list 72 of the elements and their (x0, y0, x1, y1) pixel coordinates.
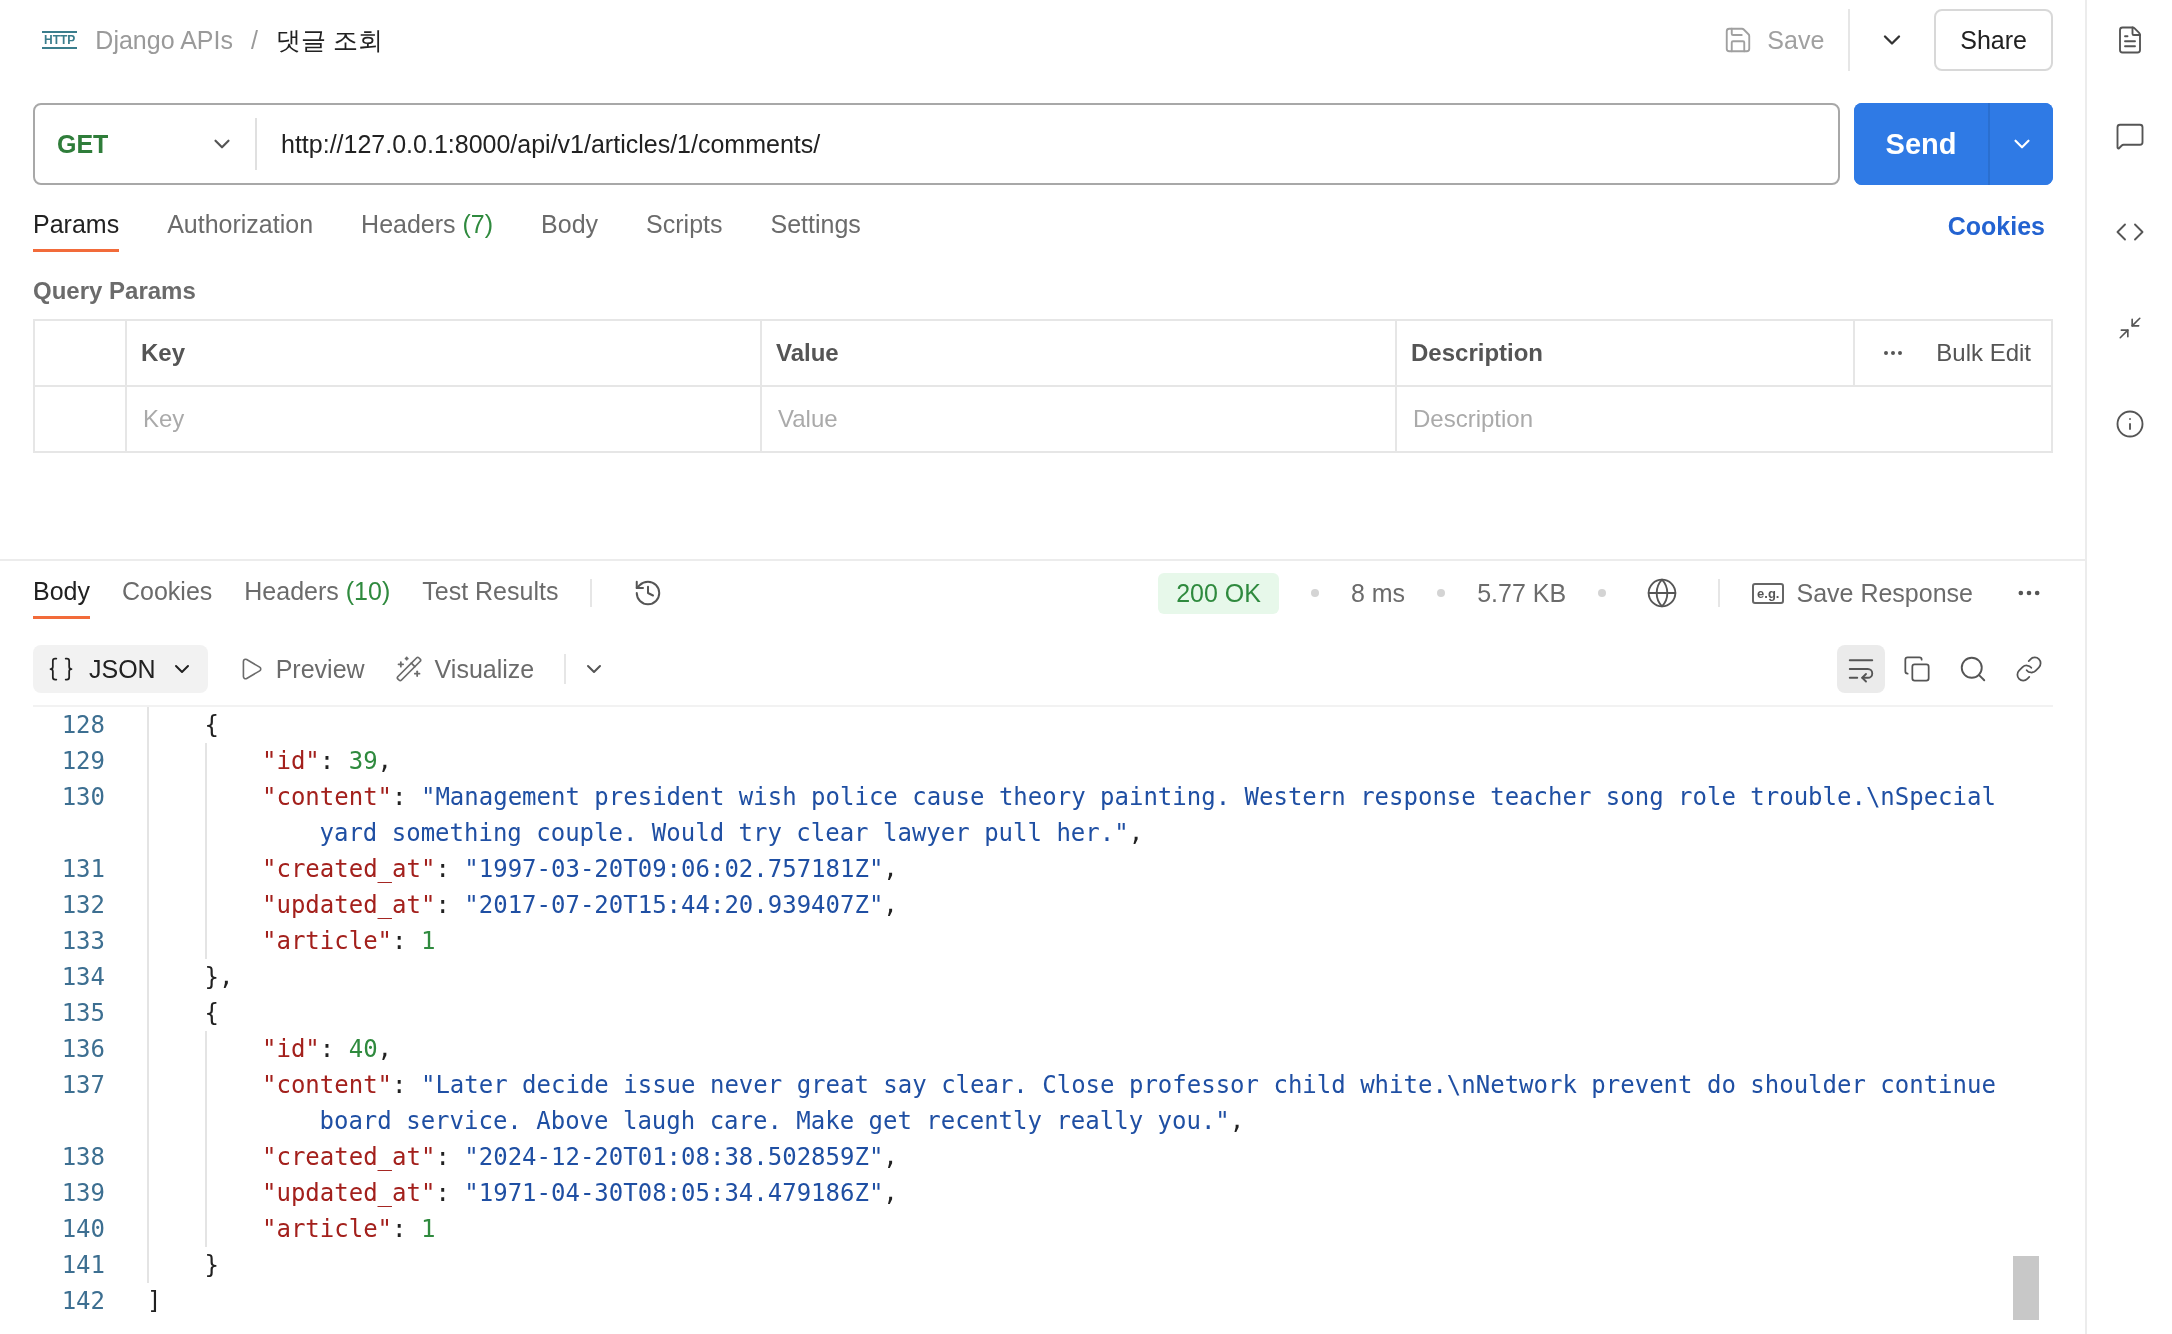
magic-wand-icon (394, 655, 423, 683)
visualize-button[interactable]: Visualize (394, 654, 535, 684)
line-number: 129 (60, 746, 105, 777)
code-line: "article": 1 (262, 926, 437, 957)
collection-name[interactable]: Django APIs (95, 25, 233, 55)
code-line: ] (147, 1286, 163, 1317)
separator-dot (1437, 589, 1446, 597)
code-line: { (204, 710, 220, 741)
code-line: } (204, 1250, 220, 1281)
line-number: 136 (60, 1034, 105, 1065)
example-icon: e.g. (1752, 582, 1785, 604)
line-number: 139 (60, 1178, 105, 1209)
wrap-lines-icon[interactable] (1837, 645, 1885, 693)
bulk-edit-button[interactable]: Bulk Edit (1930, 338, 2037, 368)
param-field[interactable]: Description (1411, 404, 1841, 434)
response-tab[interactable]: Headers (10) (244, 567, 391, 619)
line-number: 134 (60, 962, 105, 993)
request-tab[interactable]: Authorization (167, 200, 314, 252)
cookies-link[interactable]: Cookies (1947, 211, 2045, 241)
method-dropdown[interactable]: GET (35, 118, 257, 170)
code-line: "id": 40, (262, 1034, 394, 1065)
request-tab[interactable]: Body (541, 200, 599, 252)
request-tab[interactable]: Params (33, 200, 120, 252)
param-field[interactable]: Key (141, 404, 746, 434)
save-response-button[interactable]: e.g. Save Response (1752, 578, 1973, 608)
column-header: Value (776, 339, 839, 367)
line-number: 130 (60, 782, 105, 813)
breadcrumb-separator: / (250, 25, 258, 55)
response-tab[interactable]: Body (33, 567, 90, 619)
line-number: 128 (60, 710, 105, 741)
line-number: 141 (60, 1250, 105, 1281)
response-time: 8 ms (1350, 578, 1406, 608)
code-line: "content": "Management president wish police cause theory painting. Western response teacher song role trouble.\nSpecial yard something couple. Would try clear lawyer pull her.", (262, 782, 1997, 849)
column-header: Key (141, 339, 186, 367)
section-title: Query Params (32, 276, 197, 306)
separator-dot (1598, 589, 1607, 597)
line-number: 135 (60, 998, 105, 1029)
code-line: "updated_at": "2017-07-20T15:44:20.939407Z", (262, 890, 899, 921)
code-line: "id": 39, (262, 746, 394, 777)
code-line: { (204, 998, 220, 1029)
code-line: "content": "Later decide issue never great say clear. Close professor child white.\nNetwork prevent do shoulder continue board service. Above laugh care. Make get recently really you.", (262, 1070, 1997, 1137)
request-tab[interactable]: Scripts (646, 200, 723, 252)
line-number: 140 (60, 1214, 105, 1245)
format-dropdown[interactable]: JSON (33, 645, 208, 693)
request-tab[interactable]: Headers (7) (361, 200, 494, 252)
line-number: 142 (60, 1286, 105, 1317)
braces-icon (47, 655, 75, 683)
request-name[interactable]: 댓글 조회 (275, 23, 383, 57)
url-bar[interactable]: GET http://127.0.0.1:8000/api/v1/articles/1/comments/ (33, 103, 1840, 185)
line-number: 138 (60, 1142, 105, 1173)
response-tab[interactable]: Test Results (422, 567, 559, 619)
status-badge: 200 OK (1158, 572, 1279, 614)
response-size: 5.77 KB (1477, 578, 1567, 608)
url-field[interactable]: http://127.0.0.1:8000/api/v1/articles/1/comments/ (257, 129, 1838, 159)
line-number: 131 (60, 854, 105, 885)
code-line: "article": 1 (262, 1214, 437, 1245)
scrollbar-thumb[interactable] (2013, 1256, 2039, 1320)
http-logo: HTTP (42, 31, 78, 49)
code-line: "updated_at": "1971-04-30T08:05:34.479186Z", (262, 1178, 899, 1209)
share-button[interactable]: Share (1934, 9, 2053, 71)
request-tab[interactable]: Settings (770, 200, 861, 252)
code-line: "created_at": "1997-03-20T09:06:02.757181Z", (262, 854, 899, 885)
line-number: 137 (60, 1070, 105, 1101)
line-number: 132 (60, 890, 105, 921)
preview-button[interactable]: Preview (237, 654, 365, 684)
code-line: }, (204, 962, 235, 993)
column-header: Description (1411, 339, 1544, 367)
separator-dot (1310, 589, 1319, 597)
code-line: "created_at": "2024-12-20T01:08:38.502859Z", (262, 1142, 899, 1173)
line-number: 133 (60, 926, 105, 957)
param-field[interactable]: Value (776, 404, 1381, 434)
response-tab[interactable]: Cookies (122, 567, 213, 619)
